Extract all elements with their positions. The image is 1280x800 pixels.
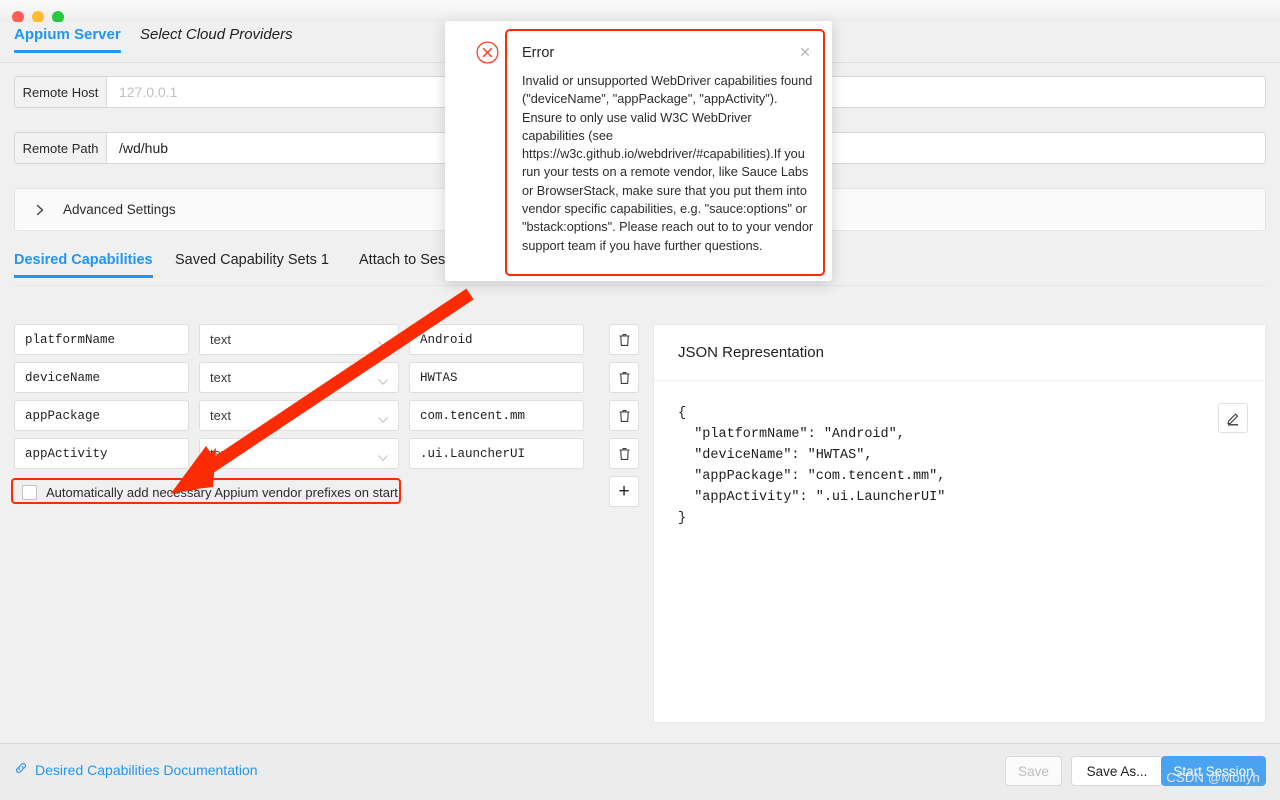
tab-appium-server[interactable]: Appium Server [14, 26, 121, 53]
capability-name-input[interactable] [14, 324, 189, 355]
trash-icon [619, 333, 629, 346]
json-panel-title: JSON Representation [654, 325, 1265, 381]
tab-saved-capability-sets[interactable]: Saved Capability Sets 1 [175, 252, 329, 278]
tab-appium-server-label: Appium Server [14, 26, 121, 43]
desired-capabilities-documentation-link[interactable]: Desired Capabilities Documentation [14, 761, 258, 778]
footer-bar: Desired Capabilities Documentation Save … [0, 744, 1280, 800]
error-circle-x-icon [476, 41, 499, 64]
trash-icon [619, 409, 629, 422]
tab-saved-capability-sets-label: Saved Capability Sets 1 [175, 252, 329, 268]
tab-select-cloud-providers-label: Select Cloud Providers [140, 26, 293, 43]
capability-type-select[interactable]: text [199, 438, 399, 469]
edit-json-button[interactable] [1218, 403, 1248, 433]
remote-path-label: Remote Path [15, 133, 107, 163]
capability-value-input[interactable] [409, 438, 584, 469]
capability-editor: text text [14, 324, 639, 507]
capability-type-value: text [210, 370, 231, 385]
start-session-button[interactable]: Start Session [1161, 756, 1266, 786]
trash-icon [619, 371, 629, 384]
capability-type-select[interactable]: text [199, 362, 399, 393]
error-dialog-message: Invalid or unsupported WebDriver capabil… [522, 74, 814, 253]
tab-desired-capabilities-label: Desired Capabilities [14, 252, 153, 268]
save-as-button[interactable]: Save As... [1071, 756, 1163, 786]
save-button-label: Save [1018, 763, 1049, 779]
delete-capability-button[interactable] [609, 438, 639, 469]
title-bar [0, 0, 1280, 23]
remote-host-label: Remote Host [15, 77, 107, 107]
json-representation-panel: JSON Representation { "platformName": "A… [653, 324, 1266, 723]
auto-prefix-checkbox[interactable] [22, 485, 37, 500]
doc-link-label: Desired Capabilities Documentation [35, 761, 258, 778]
capability-tab-divider [14, 285, 1266, 286]
table-row: text [14, 324, 639, 362]
add-capability-label: + [618, 481, 630, 502]
capability-type-value: text [210, 446, 231, 461]
capability-type-select[interactable]: text [199, 324, 399, 355]
capability-type-value: text [210, 408, 231, 423]
capability-value-input[interactable] [409, 400, 584, 431]
auto-prefix-label: Automatically add necessary Appium vendo… [46, 485, 398, 500]
capability-name-input[interactable] [14, 362, 189, 393]
capability-name-input[interactable] [14, 400, 189, 431]
capability-value-input[interactable] [409, 324, 584, 355]
chevron-down-icon [378, 373, 388, 385]
advanced-settings-label: Advanced Settings [63, 202, 176, 217]
save-button[interactable]: Save [1005, 756, 1062, 786]
pencil-icon [1226, 413, 1238, 425]
chevron-down-icon [378, 449, 388, 461]
link-icon [14, 761, 28, 778]
capability-name-input[interactable] [14, 438, 189, 469]
appium-inspector-window: Appium Server Select Cloud Providers Rem… [0, 0, 1280, 800]
capability-type-select[interactable]: text [199, 400, 399, 431]
error-dialog-body: Error ✕ Invalid or unsupported WebDriver… [505, 29, 825, 276]
table-row: text [14, 438, 639, 476]
tab-select-cloud-providers[interactable]: Select Cloud Providers [140, 26, 293, 53]
trash-icon [619, 447, 629, 460]
tab-desired-capabilities[interactable]: Desired Capabilities [14, 252, 153, 278]
chevron-down-icon [378, 335, 388, 347]
chevron-down-icon [378, 411, 388, 423]
chevron-right-icon [33, 203, 47, 217]
json-content: { "platformName": "Android", "deviceName… [678, 406, 946, 526]
table-row: text [14, 400, 639, 438]
capability-type-value: text [210, 332, 231, 347]
auto-prefix-checkbox-row[interactable]: Automatically add necessary Appium vendo… [14, 479, 406, 506]
close-icon[interactable]: ✕ [799, 45, 811, 59]
table-row: text [14, 362, 639, 400]
save-as-button-label: Save As... [1086, 763, 1148, 779]
error-dialog-title: Error [522, 45, 555, 61]
capability-value-input[interactable] [409, 362, 584, 393]
delete-capability-button[interactable] [609, 362, 639, 393]
delete-capability-button[interactable] [609, 400, 639, 431]
start-session-button-label: Start Session [1173, 763, 1254, 779]
add-capability-button[interactable]: + [609, 476, 639, 507]
delete-capability-button[interactable] [609, 324, 639, 355]
